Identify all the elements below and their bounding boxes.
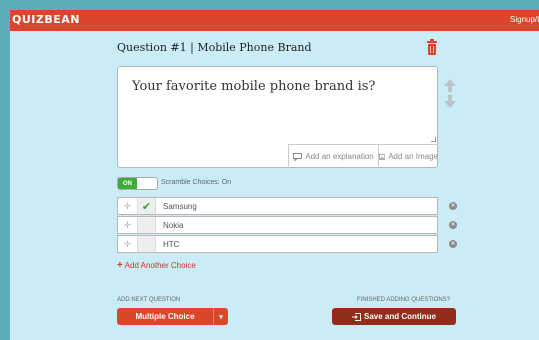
add-explanation-button[interactable]: Add an explanation bbox=[288, 144, 378, 168]
question-type-dropdown[interactable]: Multiple Choice ▾ bbox=[117, 308, 228, 325]
save-and-continue-button[interactable]: Save and Continue bbox=[332, 308, 456, 325]
arrow-down-icon[interactable] bbox=[443, 94, 457, 109]
arrow-up-icon[interactable] bbox=[443, 78, 457, 93]
question-textarea[interactable]: Your favorite mobile phone brand is? Add… bbox=[117, 66, 438, 168]
scramble-toggle[interactable]: ON bbox=[117, 177, 158, 190]
plus-icon: + bbox=[117, 260, 123, 271]
scramble-status: Scramble Choices: On bbox=[161, 179, 232, 186]
question-text[interactable]: Your favorite mobile phone brand is? bbox=[132, 79, 375, 94]
save-label: Save and Continue bbox=[363, 312, 436, 321]
signup-link[interactable]: Signup/Lo bbox=[510, 15, 539, 24]
remove-icon[interactable]: ✕ bbox=[449, 202, 457, 210]
add-explanation-label: Add an explanation bbox=[305, 152, 374, 161]
drag-handle-icon[interactable]: ✛ bbox=[118, 236, 137, 252]
question-type-value[interactable]: Multiple Choice bbox=[117, 308, 213, 325]
choice-row[interactable]: ✛ HTC ✕ bbox=[117, 235, 457, 253]
choice-label[interactable]: HTC bbox=[163, 240, 179, 249]
finished-label: FINISHED ADDING QUESTIONS? bbox=[357, 297, 451, 303]
choice-label[interactable]: Samsung bbox=[163, 202, 197, 211]
choice-label[interactable]: Nokia bbox=[163, 221, 183, 230]
remove-icon[interactable]: ✕ bbox=[449, 240, 457, 248]
question-title: Question #1 | Mobile Phone Brand bbox=[117, 41, 312, 54]
drag-handle-icon[interactable]: ✛ bbox=[118, 217, 137, 233]
trash-icon[interactable] bbox=[426, 39, 438, 55]
choice-list: ✛ ✔ Samsung ✕ ✛ Nokia ✕ ✛ HTC ✕ bbox=[117, 197, 457, 254]
image-icon bbox=[379, 153, 386, 160]
add-choice-label: Add Another Choice bbox=[124, 261, 196, 270]
comment-icon bbox=[293, 152, 303, 161]
sign-in-icon bbox=[351, 312, 361, 321]
toggle-on-label: ON bbox=[118, 178, 137, 189]
drag-handle-icon[interactable]: ✛ bbox=[118, 198, 137, 214]
caret-down-icon[interactable]: ▾ bbox=[213, 308, 228, 325]
resize-handle[interactable] bbox=[431, 137, 436, 142]
next-question-label: ADD NEXT QUESTION bbox=[117, 297, 181, 303]
editor-frame: QUIZBEAN Signup/Lo Question #1 | Mobile … bbox=[10, 10, 539, 340]
header-bar: QUIZBEAN Signup/Lo bbox=[10, 10, 539, 31]
remove-icon[interactable]: ✕ bbox=[449, 221, 457, 229]
logo[interactable]: QUIZBEAN bbox=[12, 13, 80, 26]
choice-row[interactable]: ✛ ✔ Samsung ✕ bbox=[117, 197, 457, 215]
correct-marker[interactable] bbox=[137, 236, 156, 252]
choice-row[interactable]: ✛ Nokia ✕ bbox=[117, 216, 457, 234]
correct-marker[interactable] bbox=[137, 217, 156, 233]
add-choice-link[interactable]: + Add Another Choice bbox=[117, 260, 196, 271]
check-icon[interactable]: ✔ bbox=[137, 198, 156, 214]
add-image-label: Add an Image bbox=[388, 152, 438, 161]
add-image-button[interactable]: Add an Image bbox=[378, 144, 438, 168]
